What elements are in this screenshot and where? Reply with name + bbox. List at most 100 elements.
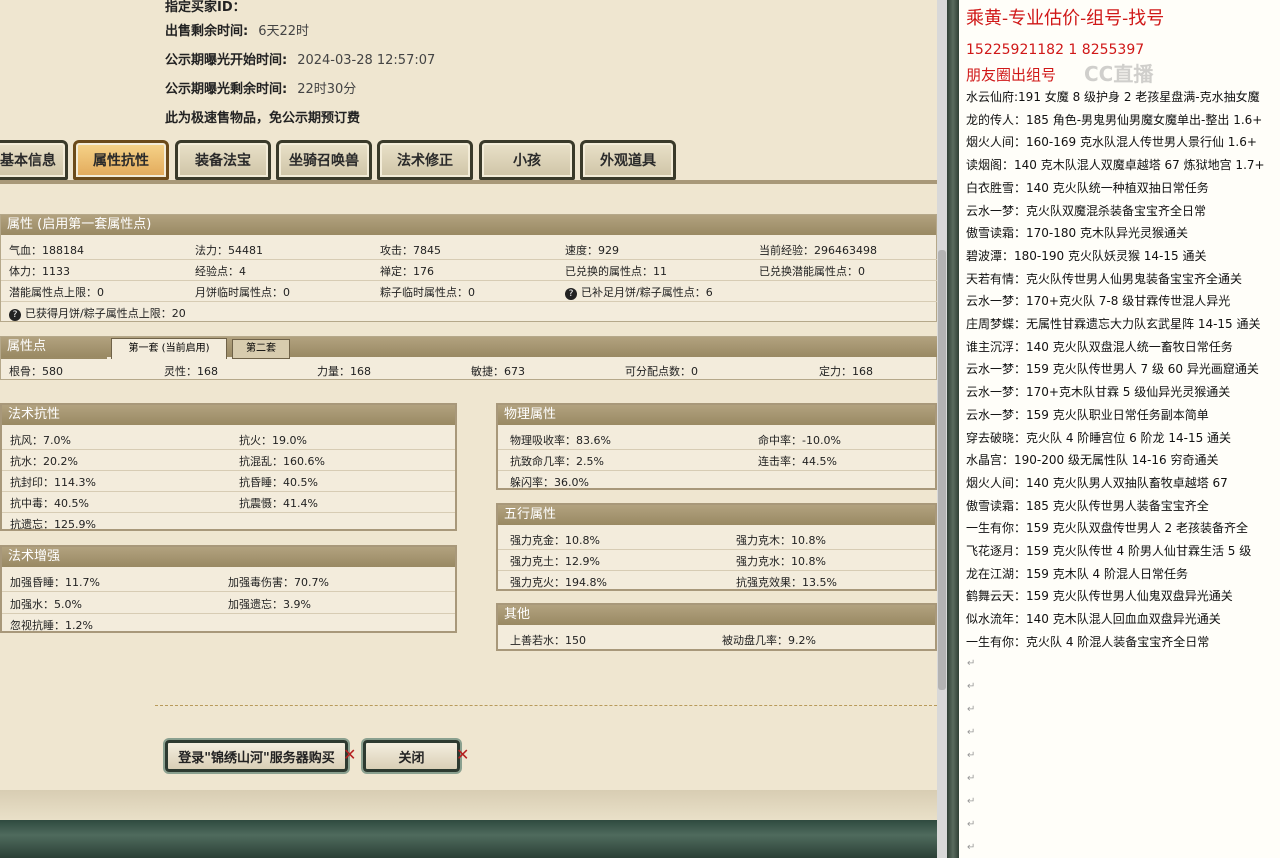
note-line: 鹤舞云天：159 克火队传世男人仙鬼双盘异光通关 — [966, 589, 1233, 604]
note-line: 白衣胜雪：140 克火队统一种植双抽日常任务 — [966, 180, 1209, 195]
points-tab-set2[interactable]: 第二套 — [232, 339, 290, 359]
scrollbar[interactable] — [937, 0, 947, 858]
paragraph-mark: ↵ — [967, 773, 976, 784]
note-line: 云水一梦：159 克火队职业日常任务副本简单 — [966, 407, 1209, 422]
tab-mount-summon[interactable]: 坐骑召唤兽 — [276, 140, 372, 180]
attr-potential-max: 潜能属性点上限：0 — [9, 286, 104, 299]
elements-panel: 五行属性 强力克金：10.8% 强力克木：10.8% 强力克土：12.9% 强力… — [496, 503, 937, 591]
note-line: 碧波潭：180-190 克火队妖灵猴 14-15 通关 — [966, 248, 1207, 263]
watermark-logo: CC直播 — [1084, 62, 1154, 86]
login-buy-button[interactable]: 登录"锦绣山河"服务器购买 — [165, 740, 348, 772]
paragraph-mark: ↵ — [967, 819, 976, 830]
tab-attributes-resist[interactable]: 属性抗性 — [73, 140, 169, 180]
tab-basic-info[interactable]: 基本信息 — [0, 140, 68, 180]
fast-sale-note: 此为极速售物品，免公示期预订费 — [165, 111, 361, 126]
buyer-id-row: 指定买家ID： — [165, 0, 246, 15]
close-button[interactable]: 关闭 — [363, 740, 460, 772]
boost-water: 加强水：5.0% — [10, 598, 82, 611]
resist-shock: 抗震慑：41.4% — [239, 497, 318, 510]
note-line: 似水流年：140 克木队混人回血血双盘异光通关 — [966, 612, 1221, 627]
point-endurance: 定力：168 — [819, 365, 873, 378]
tab-child[interactable]: 小孩 — [479, 140, 575, 180]
resist-forget: 抗遗忘：125.9% — [10, 518, 96, 531]
attr-exp: 当前经验：296463498 — [759, 244, 877, 257]
resist-water: 抗水：20.2% — [10, 455, 78, 468]
note-phone: 15225921182 1 8255397 — [966, 42, 1145, 58]
attr-exchanged: 已兑换的属性点：11 — [565, 265, 667, 278]
notes-panel: 乘黄-专业估价-组号-找号 15225921182 1 8255397 朋友圈出… — [959, 0, 1280, 858]
window-edge — [947, 0, 959, 858]
resist-seal: 抗封印：114.3% — [10, 476, 96, 489]
boost-poison: 加强毒伤害：70.7% — [228, 576, 329, 589]
elem-wood: 强力克木：10.8% — [736, 534, 826, 547]
elements-header: 五行属性 — [498, 505, 935, 525]
paragraph-mark: ↵ — [967, 704, 976, 715]
point-constitution: 根骨：580 — [9, 365, 63, 378]
game-window: 指定买家ID： 出售剩余时间: 6天22时 公示期曝光开始时间: 2024-03-2… — [0, 0, 937, 858]
tab-underline — [0, 180, 937, 184]
phys-anti-crit: 抗致命几率：2.5% — [510, 455, 604, 468]
boost-sleep: 加强昏睡：11.7% — [10, 576, 100, 589]
attributes-panel: 属性 (启用第一套属性点) 气血：188184 法力：54481 攻击：7845… — [0, 214, 937, 322]
attr-stamina: 体力：1133 — [9, 265, 70, 278]
note-line: 天若有情：克火队传世男人仙男鬼装备宝宝齐全通关 — [966, 271, 1243, 286]
elem-fire: 强力克火：194.8% — [510, 576, 607, 589]
paragraph-mark: ↵ — [967, 842, 976, 853]
elem-water: 强力克水：10.8% — [736, 555, 826, 568]
scrollbar-thumb[interactable] — [938, 250, 946, 690]
resist-sleep: 抗昏睡：40.5% — [239, 476, 318, 489]
window-bottom-border — [0, 820, 937, 858]
help-icon[interactable]: ? — [9, 309, 21, 321]
attr-hp: 气血：188184 — [9, 244, 84, 257]
note-line: 云水一梦：克火队双魔混杀装备宝宝齐全日常 — [966, 203, 1207, 218]
help-icon[interactable]: ? — [565, 288, 577, 300]
spell-boost-panel: 法术增强 加强昏睡：11.7% 加强毒伤害：70.7% 加强水：5.0% 加强遗… — [0, 545, 457, 633]
point-unassigned: 可分配点数：0 — [625, 365, 698, 378]
bottom-scroll-bg — [0, 790, 937, 820]
sale-remaining-row: 出售剩余时间: 6天22时 — [165, 24, 310, 39]
note-line: 水云仙府:191 女魔 8 级护身 2 老孩星盘满-克水抽女魔 — [966, 90, 1260, 104]
attr-attack: 攻击：7845 — [380, 244, 441, 257]
attr-points-max: ? 已获得月饼/粽子属性点上限：20 — [9, 305, 186, 321]
tab-appearance[interactable]: 外观道具 — [580, 140, 676, 180]
attr-mp: 法力：54481 — [195, 244, 263, 257]
tab-equipment[interactable]: 装备法宝 — [175, 140, 271, 180]
note-subtitle: 朋友圈出组号 — [966, 66, 1057, 84]
spell-boost-header: 法术增强 — [2, 547, 455, 567]
note-line: 云水一梦：170+克木队甘霖 5 级仙异光灵猴通关 — [966, 385, 1231, 400]
attributes-header: 属性 (启用第一套属性点) — [1, 215, 936, 235]
phys-absorb: 物理吸收率：83.6% — [510, 434, 611, 447]
tab-bar: 基本信息 属性抗性 装备法宝 坐骑召唤兽 法术修正 小孩 外观道具 — [0, 140, 937, 184]
note-line: 庄周梦蝶：无属性甘霖遗忘大力队玄武星阵 14-15 通关 — [966, 317, 1261, 331]
note-line: 一生有你：克火队 4 阶混人装备宝宝齐全日常 — [966, 634, 1210, 649]
exposure-start-row: 公示期曝光开始时间: 2024-03-28 12:57:07 — [165, 53, 436, 68]
spell-resist-header: 法术抗性 — [2, 405, 455, 425]
phys-combo: 连击率：44.5% — [758, 455, 837, 468]
note-line: 穿去破晓：克火队 4 阶睡宫位 6 阶龙 14-15 通关 — [966, 430, 1232, 445]
note-line: 云水一梦：159 克火队传世男人 7 级 60 异光画窟通关 — [966, 362, 1259, 377]
attr-exp-points: 经验点：4 — [195, 265, 246, 278]
note-line: 水晶宫：190-200 级无属性队 14-16 穷奇通关 — [966, 453, 1219, 468]
note-line: 烟火人间：140 克火队男人双抽队畜牧卓越塔 67 — [966, 475, 1228, 490]
note-line: 烟火人间：160-169 克水队混人传世男人景行仙 1.6+ — [966, 135, 1257, 150]
attr-speed: 速度：929 — [565, 244, 619, 257]
boost-forget: 加强遗忘：3.9% — [228, 598, 311, 611]
paragraph-mark: ↵ — [967, 750, 976, 761]
paragraph-mark: ↵ — [967, 796, 976, 807]
resist-fire: 抗火：19.0% — [239, 434, 307, 447]
physical-header: 物理属性 — [498, 405, 935, 425]
note-line: 傲雪读霜：170-180 克木队异光灵猴通关 — [966, 226, 1188, 241]
tab-spell-modify[interactable]: 法术修正 — [377, 140, 473, 180]
points-header-label: 属性点 — [7, 339, 47, 354]
phys-hit: 命中率：-10.0% — [758, 434, 841, 447]
attr-mooncake-temp: 月饼临时属性点：0 — [195, 286, 290, 299]
note-line: 飞花逐月：159 克火队传世 4 阶男人仙甘霖生活 5 级 — [966, 544, 1252, 558]
exposure-remaining-row: 公示期曝光剩余时间: 22时30分 — [165, 82, 357, 97]
note-line: 一生有你：159 克火队双盘传世男人 2 老孩装备齐全 — [966, 521, 1248, 536]
attr-filled-points: ? 已补足月饼/粽子属性点：6 — [565, 284, 713, 300]
resist-chaos: 抗混乱：160.6% — [239, 455, 325, 468]
elem-counter: 抗强克效果：13.5% — [736, 576, 837, 589]
points-tab-set1[interactable]: 第一套 (当前启用) — [111, 338, 227, 359]
note-line: 云水一梦：170+克火队 7-8 级甘霖传世混人异光 — [966, 294, 1231, 309]
point-strength: 力量：168 — [317, 365, 371, 378]
